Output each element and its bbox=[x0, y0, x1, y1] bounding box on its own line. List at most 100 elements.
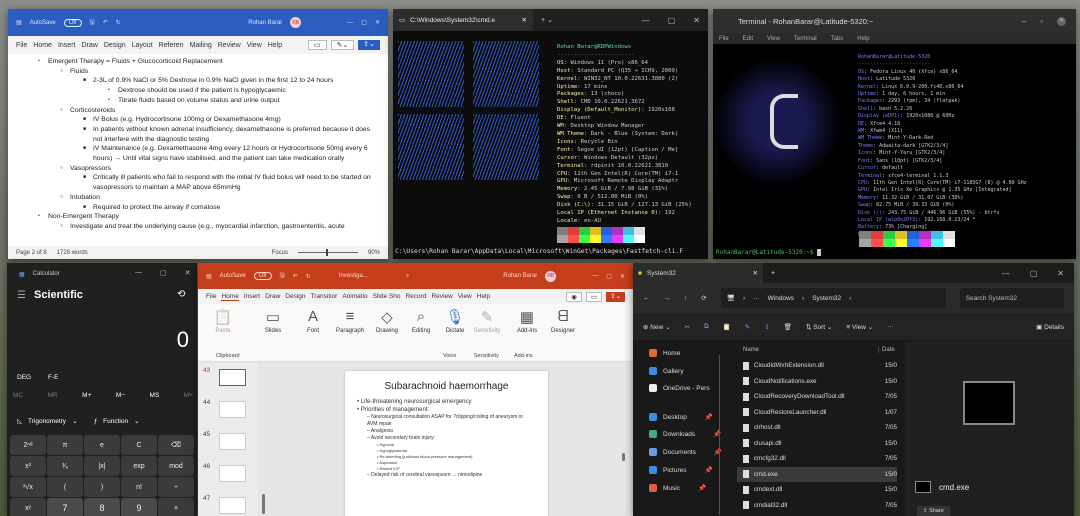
slide-thumbnail[interactable] bbox=[219, 369, 246, 386]
address-bar[interactable]: 🖥 › ··· Windows › System32 › bbox=[720, 288, 946, 308]
nav-item-desktop[interactable]: Desktop 📌 bbox=[649, 413, 713, 421]
close-icon[interactable]: ✕ bbox=[1057, 269, 1064, 278]
tab-help[interactable]: Help bbox=[268, 42, 282, 49]
maximize-icon[interactable]: ▢ bbox=[160, 269, 167, 277]
cut-icon[interactable]: ✂ bbox=[685, 323, 690, 331]
file-row[interactable]: clusapi.dll 15/0 bbox=[737, 436, 897, 451]
editing-button[interactable]: ⌕ Editing bbox=[404, 308, 438, 334]
maximize-icon[interactable]: ▢ bbox=[1030, 269, 1038, 278]
tab-animatio[interactable]: Animatio bbox=[342, 293, 367, 300]
share-button[interactable]: ⇪ Share bbox=[917, 506, 950, 516]
zoom-slider[interactable] bbox=[297, 249, 358, 256]
slide-thumbnail[interactable] bbox=[219, 465, 246, 482]
share-icon[interactable]: ⇪⌄ bbox=[606, 291, 625, 302]
tab-review[interactable]: Review bbox=[431, 293, 452, 300]
memory-button[interactable]: MC bbox=[13, 392, 23, 399]
close-tab-icon[interactable]: ✕ bbox=[522, 16, 527, 24]
menu-view[interactable]: View bbox=[767, 36, 780, 42]
autosave-toggle[interactable]: Off bbox=[63, 18, 82, 27]
refresh-icon[interactable]: ⟳ bbox=[701, 294, 706, 302]
nav-item-music[interactable]: Music 📌 bbox=[649, 484, 706, 492]
file-row[interactable]: CloudNotifications.exe 15/0 bbox=[737, 374, 897, 389]
undo-icon[interactable]: ↶ bbox=[103, 19, 108, 26]
back-icon[interactable]: ← bbox=[643, 295, 650, 302]
shell-prompt[interactable]: RohanBarar@Latitude-5320:~$ bbox=[716, 248, 821, 257]
file-row[interactable]: CloudRecoveryDownloadTool.dll 7/05 bbox=[737, 389, 897, 404]
tab-record[interactable]: Record bbox=[405, 293, 426, 300]
column-date[interactable]: Date bbox=[878, 347, 895, 353]
menu-help[interactable]: Help bbox=[857, 36, 869, 42]
editing-icon[interactable]: ✎⌄ bbox=[330, 40, 355, 50]
maximize-icon[interactable]: ▢ bbox=[606, 273, 612, 280]
add-ins-button[interactable]: ▦ Add-ins bbox=[510, 308, 544, 334]
close-icon[interactable]: ✕ bbox=[693, 16, 700, 25]
menu-icon[interactable]: ☰ bbox=[17, 290, 26, 301]
minimize-icon[interactable]: — bbox=[135, 269, 142, 277]
slide-thumbnail[interactable] bbox=[219, 433, 246, 450]
key-button[interactable]: |x| bbox=[84, 456, 120, 476]
breadcrumb-windows[interactable]: Windows bbox=[768, 295, 794, 302]
zoom-level[interactable]: 90% bbox=[368, 250, 380, 256]
tab-mailing[interactable]: Mailing bbox=[190, 42, 212, 49]
more-icon[interactable]: ··· bbox=[887, 323, 894, 330]
key-button[interactable]: mod bbox=[158, 456, 194, 476]
key-button[interactable]: ²√x bbox=[10, 477, 46, 497]
new-tab-icon[interactable]: + bbox=[771, 270, 775, 277]
undo-icon[interactable]: ↶ bbox=[293, 273, 298, 280]
minimize-icon[interactable]: — bbox=[592, 273, 598, 279]
key-button[interactable]: 8 bbox=[84, 498, 120, 516]
tab-design[interactable]: Design bbox=[285, 293, 305, 300]
avatar[interactable]: RB bbox=[545, 270, 557, 282]
tab-help[interactable]: Help bbox=[477, 293, 490, 300]
comments-icon[interactable]: ▭ bbox=[307, 40, 327, 50]
key-button[interactable]: ÷ bbox=[158, 477, 194, 497]
maximize-icon[interactable]: ▫ bbox=[1040, 17, 1043, 26]
paste-icon[interactable]: 📋 bbox=[723, 323, 731, 331]
search-icon[interactable]: ⌕ bbox=[406, 273, 409, 280]
thumbs-scrollbar[interactable] bbox=[262, 494, 265, 514]
key-button[interactable]: ) bbox=[84, 477, 120, 497]
slide-thumbnail[interactable] bbox=[219, 497, 246, 514]
nav-item-downloads[interactable]: Downloads 📌 bbox=[649, 430, 721, 438]
key-button[interactable]: C bbox=[121, 435, 157, 455]
tab-file[interactable]: File bbox=[16, 42, 27, 49]
paste-button[interactable]: 📋 Paste bbox=[206, 308, 240, 334]
close-tab-icon[interactable]: ✕ bbox=[753, 269, 758, 277]
font-button[interactable]: A Font bbox=[296, 308, 330, 334]
file-row[interactable]: cmd.exe 15/0 bbox=[737, 466, 897, 482]
file-row[interactable]: clrhost.dll 7/05 bbox=[737, 420, 897, 435]
drawing-button[interactable]: ◇ Drawing bbox=[370, 308, 404, 334]
new-button[interactable]: ⊕ New ⌄ bbox=[643, 323, 671, 331]
sort-button[interactable]: ⇅ Sort ⌄ bbox=[806, 323, 832, 331]
key-button[interactable]: x² bbox=[10, 456, 46, 476]
close-icon[interactable]: ✕ bbox=[1057, 16, 1066, 26]
minimize-icon[interactable]: — bbox=[642, 16, 650, 25]
menu-file[interactable]: File bbox=[719, 36, 729, 42]
view-button[interactable]: ≡ View ⌄ bbox=[846, 323, 873, 331]
key-button[interactable]: 7 bbox=[47, 498, 83, 516]
file-row[interactable]: CloudRestoreLauncher.dll 1/07 bbox=[737, 405, 897, 420]
terminal-tab[interactable]: ▭ C:\Windows\System32\cmd.e ✕ bbox=[393, 9, 533, 31]
key-button[interactable]: ¹⁄ₓ bbox=[47, 456, 83, 476]
rename-icon[interactable]: ✎ bbox=[745, 323, 750, 331]
slide-thumbnails-pane[interactable]: 43 44 45 46 47 bbox=[198, 363, 258, 516]
minimize-icon[interactable]: — bbox=[347, 20, 353, 26]
key-button[interactable]: 9 bbox=[121, 498, 157, 516]
file-row[interactable]: cmcfg32.dll 7/05 bbox=[737, 451, 897, 466]
key-button[interactable]: × bbox=[158, 498, 194, 516]
file-row[interactable]: cmdial32.dll 7/05 bbox=[737, 498, 897, 513]
menu-tabs[interactable]: Tabs bbox=[831, 36, 844, 42]
search-input[interactable]: Search System32 bbox=[959, 288, 1064, 308]
focus-button[interactable]: Focus bbox=[272, 250, 288, 256]
share-icon[interactable]: ⇪⌄ bbox=[358, 40, 380, 50]
menu-edit[interactable]: Edit bbox=[743, 36, 753, 42]
memory-button[interactable]: M+ bbox=[82, 392, 91, 399]
paragraph-button[interactable]: ≡ Paragraph bbox=[333, 308, 367, 334]
key-button[interactable]: 2ⁿᵈ bbox=[10, 435, 46, 455]
key-button[interactable]: ( bbox=[47, 477, 83, 497]
memory-button[interactable]: M− bbox=[116, 392, 125, 399]
slide-thumbnail[interactable] bbox=[219, 401, 246, 418]
memory-button[interactable]: MR bbox=[48, 392, 58, 399]
menu-terminal[interactable]: Terminal bbox=[794, 36, 817, 42]
sensitivity-button[interactable]: ✎ Sensitivity bbox=[470, 308, 504, 334]
